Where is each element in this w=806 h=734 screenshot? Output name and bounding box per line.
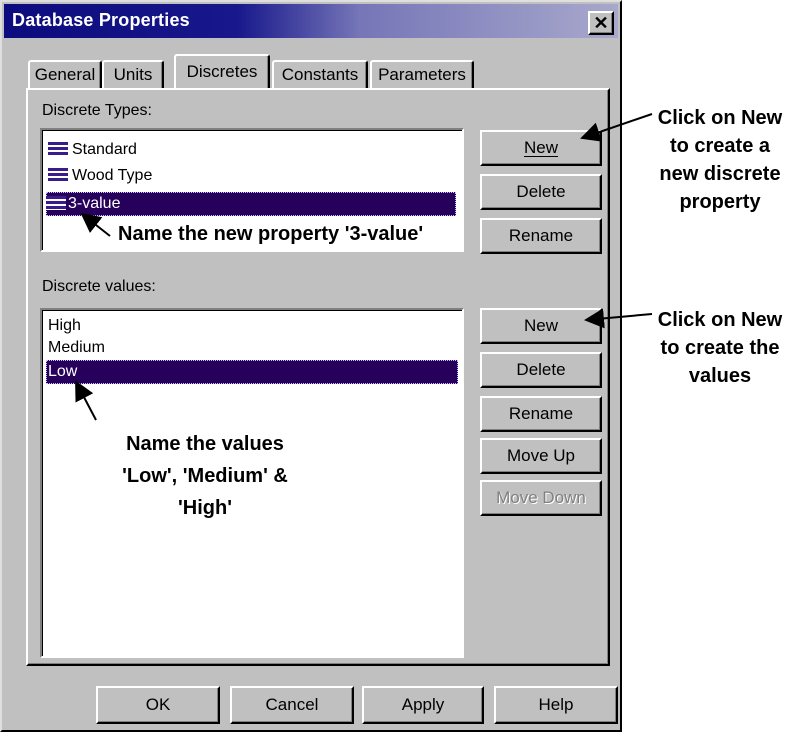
tab-constants[interactable]: Constants [272, 60, 368, 88]
tab-discretes[interactable]: Discretes [174, 54, 270, 88]
annotation-line: property [679, 191, 761, 213]
list-item[interactable]: Medium [46, 336, 105, 360]
list-item-label: Wood Type [72, 167, 153, 184]
list-item[interactable]: Wood Type [46, 164, 152, 188]
annotation-name-property: Name the new property '3-value' [118, 223, 424, 245]
new-value-button[interactable]: New [480, 308, 602, 344]
rename-type-button[interactable]: Rename [480, 218, 602, 254]
move-down-button[interactable]: Move Down [480, 480, 602, 516]
button-label: Apply [401, 695, 445, 714]
tab-parameters[interactable]: Parameters [370, 60, 474, 88]
annotation-line: 'Low', 'Medium' & [122, 465, 288, 487]
button-label: Rename [508, 404, 574, 423]
new-type-button[interactable]: New [480, 130, 602, 166]
title-bar[interactable]: Database Properties [4, 4, 618, 38]
annotation-line: to create a [669, 135, 771, 157]
discrete-type-icon [46, 196, 66, 210]
annotation-name-values: Name the values 'Low', 'Medium' & 'High' [80, 428, 330, 524]
button-label: Move Up [506, 446, 576, 465]
button-label: Move Down [496, 488, 586, 507]
rename-value-button[interactable]: Rename [480, 396, 602, 432]
list-item-label: Medium [48, 339, 105, 356]
list-item-label: Standard [72, 141, 137, 158]
annotation-line: to create the [660, 337, 780, 359]
annotation-line: new discrete [659, 163, 781, 185]
annotation-line: 'High' [178, 497, 232, 519]
tab-units[interactable]: Units [102, 60, 164, 88]
annotation-new-type: Click on New to create a new discrete pr… [634, 104, 806, 216]
list-item[interactable]: High [46, 314, 81, 338]
list-item-label: High [48, 317, 81, 334]
list-item-label: 3-value [68, 195, 121, 212]
dialog-title: Database Properties [12, 10, 190, 30]
button-label: Delete [516, 360, 566, 379]
button-label: OK [145, 695, 171, 714]
help-button[interactable]: Help [494, 686, 618, 724]
annotation-line: Name the values [126, 433, 284, 455]
button-label: Delete [516, 182, 566, 201]
list-item-selected[interactable]: 3-value [46, 192, 456, 216]
tab-label: Constants [281, 65, 359, 84]
close-icon: ✕ [593, 12, 609, 33]
tab-label: General [34, 65, 96, 84]
tab-label: Parameters [378, 65, 466, 84]
button-label: Rename [508, 226, 574, 245]
list-item-label: Low [48, 363, 78, 380]
ok-button[interactable]: OK [96, 686, 220, 724]
discrete-type-icon [48, 168, 68, 182]
annotation-line: Click on New [657, 309, 783, 331]
annotation-line: Click on New [657, 107, 783, 129]
button-label: New [523, 138, 558, 157]
apply-button[interactable]: Apply [362, 686, 484, 724]
button-label: Help [538, 695, 574, 714]
database-properties-dialog: Database Properties ✕ General Units Disc… [0, 0, 622, 732]
close-button[interactable]: ✕ [588, 11, 614, 35]
annotation-line: values [688, 365, 752, 387]
tab-label: Discretes [186, 62, 258, 81]
annotation-new-values: Click on New to create the values [634, 306, 806, 390]
list-item[interactable]: Standard [46, 138, 137, 162]
list-item-selected[interactable]: Low [46, 360, 458, 384]
tab-label: Units [113, 65, 153, 84]
discrete-type-icon [48, 142, 68, 156]
button-label: New [523, 316, 558, 335]
delete-type-button[interactable]: Delete [480, 174, 602, 210]
discrete-types-label: Discrete Types: [42, 102, 152, 119]
button-label: Cancel [265, 695, 319, 714]
move-up-button[interactable]: Move Up [480, 438, 602, 474]
tab-general[interactable]: General [28, 60, 102, 88]
discrete-values-label: Discrete values: [42, 278, 156, 295]
cancel-button[interactable]: Cancel [230, 686, 354, 724]
delete-value-button[interactable]: Delete [480, 352, 602, 388]
